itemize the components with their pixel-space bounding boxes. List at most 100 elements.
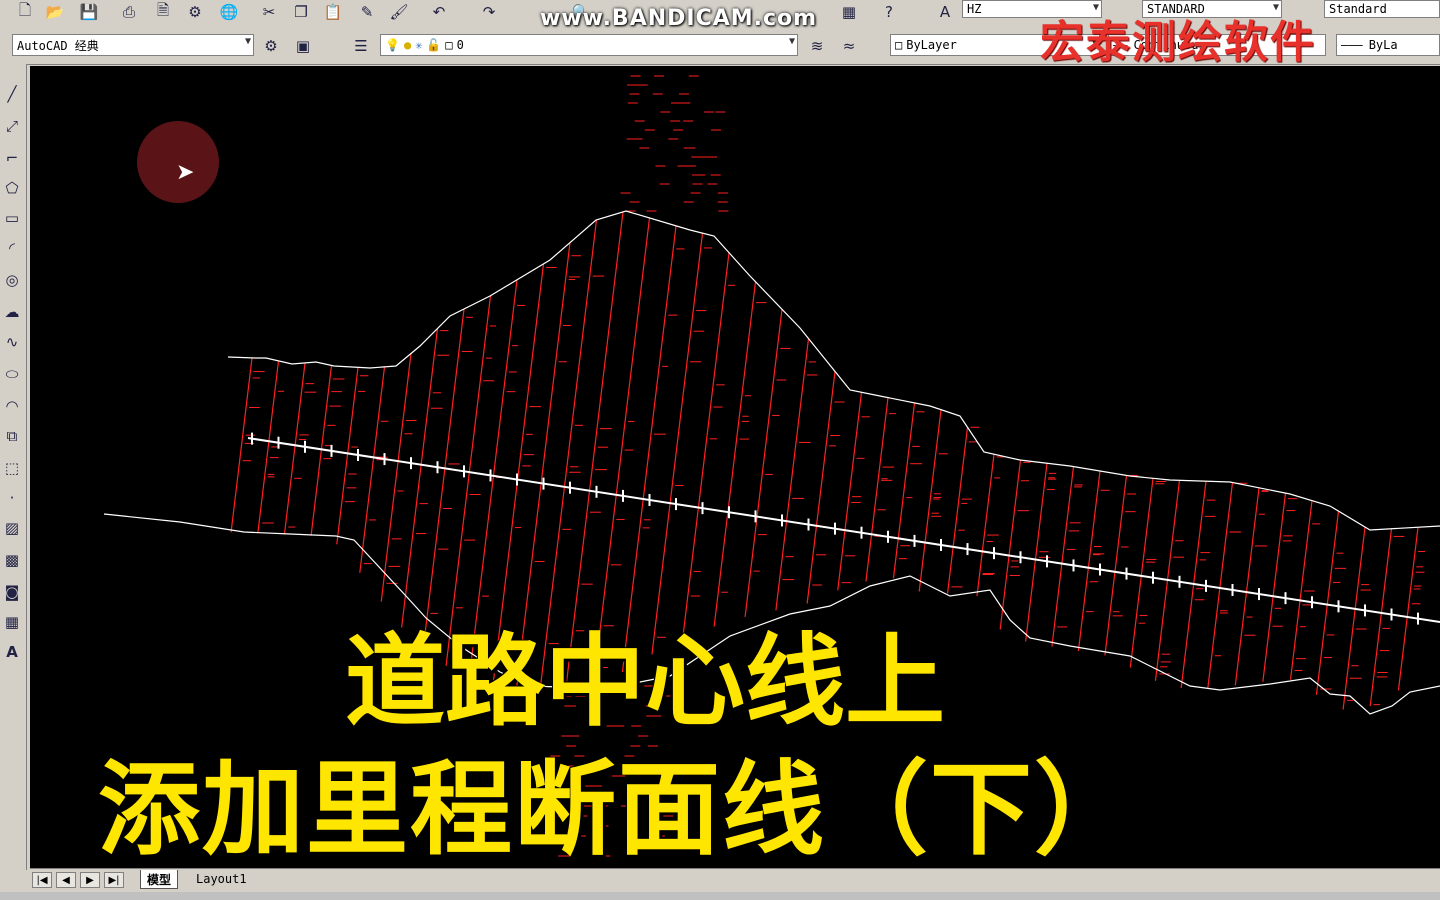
cross-section-line — [1129, 478, 1154, 668]
mouse-cursor-icon: ➤ — [176, 160, 195, 185]
cut-icon[interactable]: ✂ — [258, 2, 280, 22]
arc-icon[interactable]: ◜ — [1, 236, 23, 260]
hatch-icon[interactable]: ▨ — [1, 516, 23, 540]
rectangle-icon[interactable]: ▭ — [1, 206, 23, 230]
cross-section-line — [713, 281, 757, 627]
polygon-icon[interactable]: ⬠ — [1, 176, 23, 200]
draw-toolbar: ╱ ⤢ ⌐ ⬠ ▭ ◜ ◎ ☁ ∿ ⬭ ◠ ⧉ ⬚ · ▨ ▩ ◙ ▦ A — [0, 64, 27, 870]
cross-section-line — [1207, 482, 1234, 689]
chevron-down-icon: ▼ — [788, 36, 795, 47]
make-block-icon[interactable]: ⬚ — [1, 456, 23, 480]
match-icon[interactable]: 🖌 — [388, 2, 410, 22]
color-value: ByLayer — [906, 38, 957, 52]
cross-section-line — [336, 367, 359, 545]
region-icon[interactable]: ◙ — [1, 580, 23, 604]
copy-icon[interactable]: ❐ — [290, 2, 312, 22]
cross-section-line — [359, 366, 386, 573]
circle-icon[interactable]: ◎ — [1, 268, 23, 292]
next-tab-icon[interactable]: ▶ — [80, 872, 100, 888]
insert-block-icon[interactable]: ⧉ — [1, 424, 23, 448]
table-icon[interactable]: ▦ — [1, 610, 23, 634]
last-tab-icon[interactable]: ▶| — [104, 872, 124, 888]
point-icon[interactable]: · — [1, 486, 23, 510]
paste-icon[interactable]: 📋 — [322, 2, 344, 22]
layer-value: 0 — [456, 38, 464, 52]
table-style-value: Standard — [1329, 2, 1387, 16]
preview-icon[interactable]: 🗎 — [152, 1, 174, 22]
freeze-icon: ✳ — [415, 38, 423, 52]
first-tab-icon[interactable]: |◀ — [32, 872, 52, 888]
cross-section-line — [918, 409, 942, 592]
cross-section-line — [651, 233, 704, 655]
layer-match-icon[interactable]: ≈ — [838, 36, 860, 56]
table-style-combo[interactable]: Standard — [1324, 0, 1440, 18]
lock-icon: 🔓 — [426, 38, 442, 52]
xline-icon[interactable]: ⤢ — [1, 114, 23, 138]
prev-tab-icon[interactable]: ◀ — [56, 872, 76, 888]
layout-tabs: |◀ ◀ ▶ ▶| 模型 Layout1 — [30, 868, 1440, 893]
cross-section-line — [946, 427, 969, 594]
road-centerline — [247, 437, 1440, 623]
polyline-icon[interactable]: ⌐ — [1, 146, 23, 170]
ellipse-icon[interactable]: ⬭ — [1, 362, 23, 386]
cross-section-line — [1025, 463, 1048, 642]
sun-icon: ● — [403, 38, 412, 52]
brand-title: 宏泰测绘软件 — [1040, 17, 1316, 68]
layer-combo[interactable]: 💡 ● ✳ 🔓 □ 0 ▼ — [380, 34, 798, 56]
status-bar — [0, 892, 1440, 900]
cross-section-line — [230, 357, 253, 533]
cross-section-line — [892, 402, 916, 579]
calc-icon[interactable]: ▦ — [838, 2, 860, 22]
chainage-ticks — [251, 432, 1419, 625]
lineweight-value: ByLa — [1368, 38, 1398, 52]
mtext-icon[interactable]: A — [1, 640, 23, 664]
revcloud-icon[interactable]: ☁ — [1, 300, 23, 324]
cross-section-line — [1369, 528, 1393, 707]
cross-section-line — [1289, 500, 1313, 680]
textstyle-icon[interactable]: A — [934, 2, 956, 22]
workspace-settings-icon[interactable]: ⚙ — [260, 36, 282, 56]
ellipse-arc-icon[interactable]: ◠ — [1, 394, 23, 418]
cross-section-line — [1397, 527, 1419, 691]
new-icon[interactable]: 🗋 — [14, 1, 36, 22]
publish-icon[interactable]: ⚙ — [184, 2, 206, 22]
globe-icon[interactable]: 🌐 — [218, 2, 240, 22]
cross-section-line — [744, 309, 783, 618]
cross-section-line — [837, 392, 863, 591]
line-sample-icon: ——— — [1341, 38, 1363, 52]
workspace-save-icon[interactable]: ▣ — [292, 36, 314, 56]
cross-section-line — [1262, 493, 1287, 682]
cross-section-line — [1051, 466, 1075, 647]
cross-section-line — [380, 353, 412, 602]
lineweight-combo[interactable]: ——— ByLa — [1336, 34, 1440, 56]
spline-icon[interactable]: ∿ — [1, 330, 23, 354]
layer-manager-icon[interactable]: ☰ — [350, 36, 372, 56]
tab-layout1[interactable]: Layout1 — [190, 870, 253, 888]
help-icon[interactable]: ? — [878, 2, 900, 22]
workspace-value: AutoCAD 经典 — [17, 38, 99, 53]
caption-line-2: 添加里程断面线（下） — [98, 751, 1138, 870]
brush-icon[interactable]: ✎ — [356, 2, 378, 22]
cross-section-line — [806, 371, 836, 604]
cross-section-line — [1234, 487, 1260, 686]
cross-section-line — [1104, 475, 1128, 656]
save-icon[interactable]: 💾 — [78, 2, 100, 22]
text-style-value: HZ — [967, 2, 982, 16]
workspace-combo[interactable]: AutoCAD 经典 ▼ — [12, 34, 254, 56]
terrain-boundary-top — [227, 210, 1440, 531]
color-swatch-icon: □ — [895, 38, 903, 52]
cross-section-line — [865, 397, 889, 582]
cross-section-line — [1342, 526, 1366, 710]
layer-previous-icon[interactable]: ≋ — [806, 36, 828, 56]
cross-section-line — [422, 308, 465, 649]
undo-icon[interactable]: ↶ — [428, 2, 450, 22]
tab-model[interactable]: 模型 — [140, 870, 179, 889]
print-icon[interactable]: ⎙ — [118, 2, 140, 22]
bulb-icon: 💡 — [385, 38, 400, 52]
gradient-icon[interactable]: ▩ — [1, 548, 23, 572]
caption-line-1: 道路中心线上 — [345, 623, 945, 740]
open-icon[interactable]: 📂 — [44, 2, 66, 22]
line-icon[interactable]: ╱ — [1, 82, 23, 106]
cross-section-line — [999, 459, 1022, 630]
redo-icon[interactable]: ↷ — [478, 2, 500, 22]
